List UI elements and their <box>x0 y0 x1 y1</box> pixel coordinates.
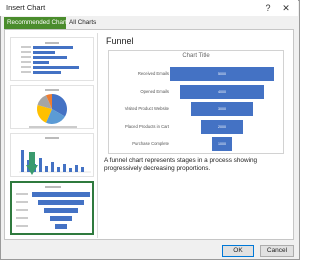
funnel-value-label: 2000 <box>217 124 226 129</box>
chart-description: A funnel chart represents stages in a pr… <box>104 157 258 172</box>
preview-chart-type-heading: Funnel <box>106 36 134 46</box>
funnel-bar[interactable]: 1000 <box>211 137 233 151</box>
cancel-button[interactable]: Cancel <box>260 245 294 257</box>
funnel-chart-thumbnail[interactable] <box>10 181 94 235</box>
funnel-value-label: 1000 <box>217 142 226 146</box>
title-bar: Insert Chart ? ✕ <box>0 0 298 16</box>
funnel-bar[interactable]: 2000 <box>201 119 243 134</box>
pie-chart-thumbnail-graphic <box>29 89 77 128</box>
funnel-category-label: Visited Product Website <box>124 106 169 111</box>
bar-chart-thumbnail-graphic <box>21 42 79 74</box>
pie-chart-thumbnail[interactable] <box>10 85 94 129</box>
funnel-bar[interactable]: 4000 <box>180 84 264 99</box>
funnel-bar[interactable]: 5000 <box>170 67 274 81</box>
chart-thumbnail-list <box>6 33 98 238</box>
column-chart-thumbnail-graphic <box>19 137 91 173</box>
funnel-chart-preview: Chart Title Received Emails 5000 Opened Em… <box>108 50 284 154</box>
tab-all-charts[interactable]: All Charts <box>66 17 102 29</box>
funnel-category-label: Received Emails <box>137 71 169 76</box>
chart-title: Chart Title <box>182 53 210 59</box>
ok-button[interactable]: OK <box>222 245 254 257</box>
funnel-category-label: Placed Products in Cart <box>125 123 169 129</box>
bar-chart-thumbnail[interactable] <box>10 37 94 81</box>
column-chart-thumbnail[interactable] <box>10 133 94 177</box>
down-arrow-icon <box>26 152 38 175</box>
help-button[interactable]: ? <box>262 2 274 14</box>
close-button[interactable]: ✕ <box>280 2 292 14</box>
funnel-value-label: 5000 <box>218 72 226 76</box>
funnel-bar[interactable]: 3000 <box>190 102 254 116</box>
funnel-category-label: Opened Emails <box>140 88 169 94</box>
funnel-category-label: Purchase Complete <box>132 141 169 146</box>
tab-recommended-charts[interactable]: Recommended Charts <box>4 17 70 29</box>
funnel-value-label: 4000 <box>217 89 226 94</box>
funnel-value-label: 3000 <box>217 107 226 111</box>
dialog-title: Insert Chart <box>6 3 46 12</box>
funnel-chart-thumbnail-graphic <box>16 186 90 229</box>
